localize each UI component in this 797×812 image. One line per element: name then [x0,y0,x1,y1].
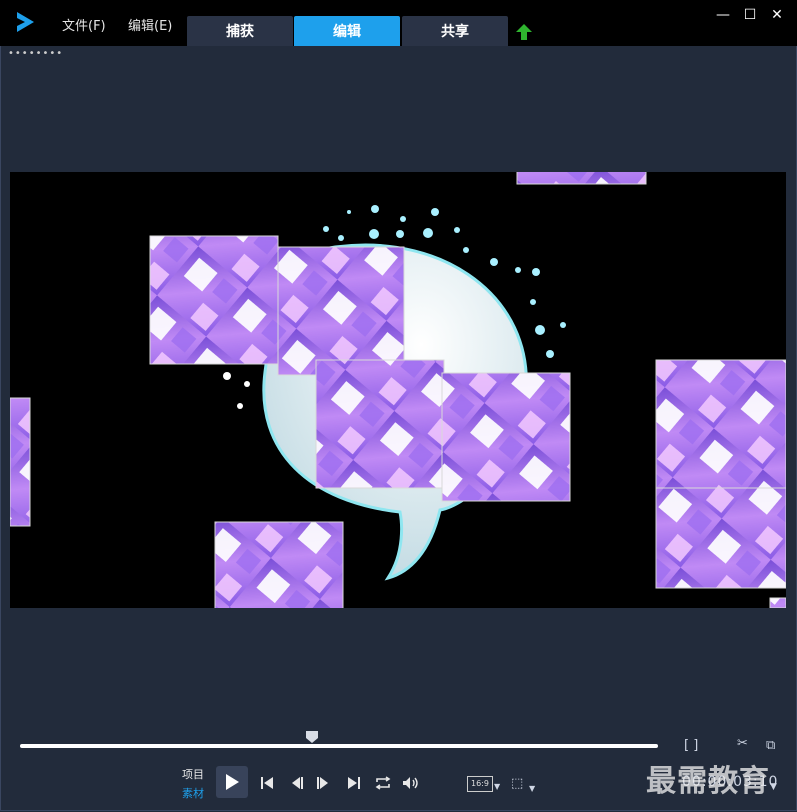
minimize-button[interactable]: — [713,7,733,23]
project-mode-label[interactable]: 项目 [182,766,204,782]
scrubber-handle[interactable] [305,730,319,744]
step-forward-button[interactable] [312,772,334,794]
upload-arrow-icon[interactable] [514,22,534,42]
step-forward-icon [317,777,328,789]
aspect-ratio-button[interactable]: 16:9 [467,776,493,792]
prev-frame-button[interactable] [256,772,278,794]
crop-icon[interactable]: [ ] [684,738,698,753]
menu-file[interactable]: 文件(F) [62,15,106,34]
scrubber-track[interactable] [20,744,658,748]
close-button[interactable]: ✕ [767,7,787,23]
aspect-dropdown-icon[interactable]: ▼ [494,782,500,791]
step-back-button[interactable] [286,772,308,794]
play-icon [226,774,239,790]
scissors-icon[interactable]: ✂ [737,736,748,751]
next-frame-icon [348,777,360,789]
video-preview[interactable] [10,172,786,608]
menu-edit[interactable]: 编辑(E) [128,15,172,34]
selection-mode-icon[interactable]: ⬚ [511,776,523,791]
title-bar: 文件(F) 编辑(E) 捕获 编辑 共享 — ☐ ✕ [0,0,797,46]
tab-share[interactable]: 共享 [402,16,508,46]
maximize-button[interactable]: ☐ [740,7,760,23]
timecode-stepper-icon[interactable]: ▼ [770,782,777,792]
app-logo-icon[interactable] [14,10,36,34]
tab-capture[interactable]: 捕获 [187,16,293,46]
volume-icon [403,777,418,789]
copy-icon[interactable]: ⧉ [766,738,775,753]
volume-button[interactable] [400,772,422,794]
next-frame-button[interactable] [343,772,365,794]
repeat-icon [375,776,391,790]
prev-frame-icon [261,777,273,789]
tab-edit[interactable]: 编辑 [294,16,400,46]
step-back-icon [292,777,303,789]
bubble-dots [223,372,250,409]
selection-dropdown-icon[interactable]: ▼ [529,784,535,793]
preview-frame [10,172,786,608]
panel-grip[interactable]: •••••••• [8,49,63,59]
watermark-text: 最需教育 [646,764,770,799]
play-button[interactable] [216,766,248,798]
repeat-button[interactable] [372,772,394,794]
clip-mode-label[interactable]: 素材 [182,785,204,801]
